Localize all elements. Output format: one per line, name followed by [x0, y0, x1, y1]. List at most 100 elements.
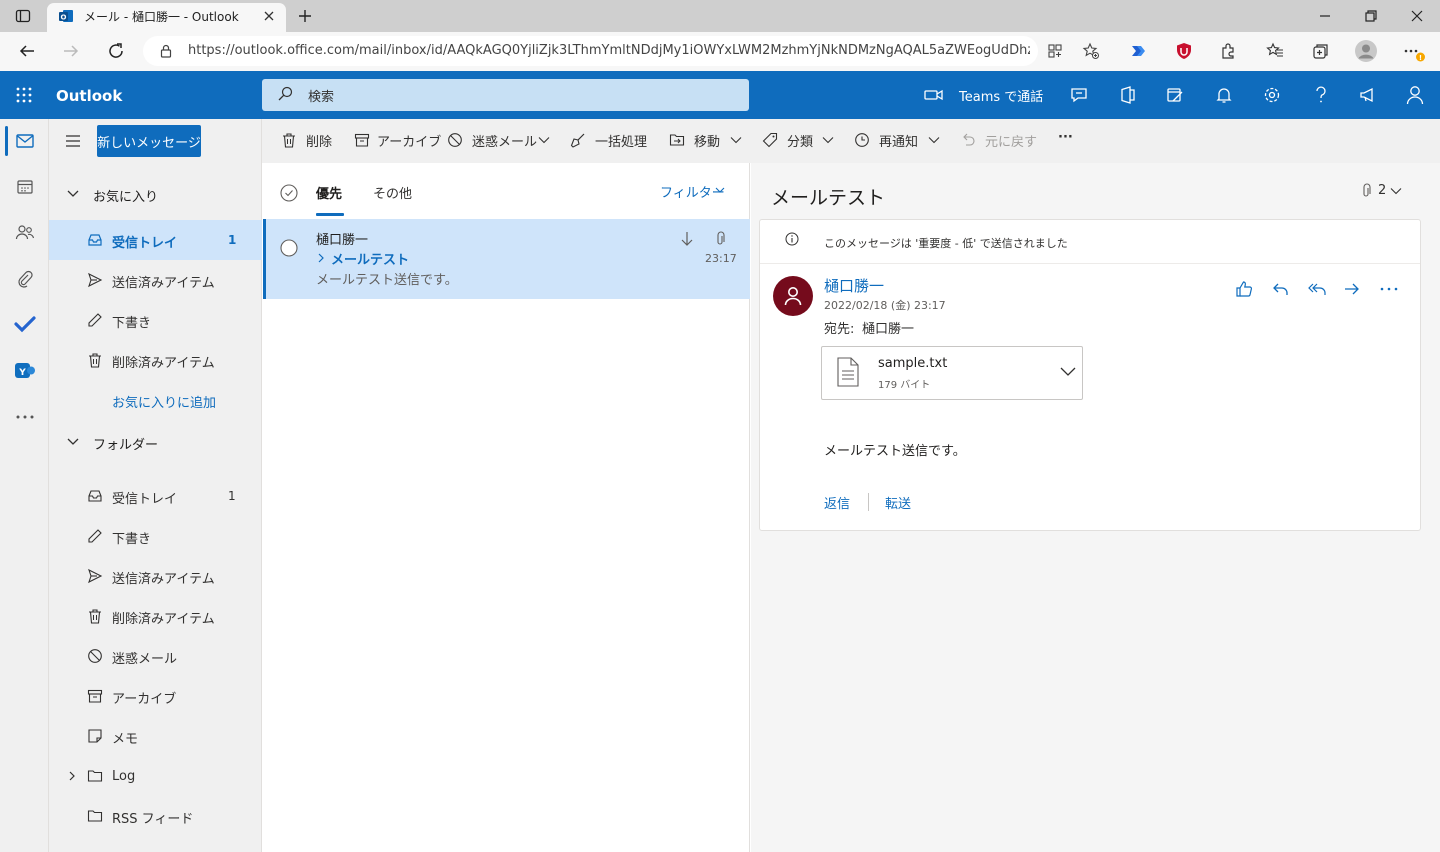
help-icon[interactable]	[1313, 86, 1329, 104]
reply-all-icon[interactable]	[1308, 281, 1328, 297]
chevron-down-icon[interactable]	[538, 136, 550, 144]
power-automate-icon[interactable]	[1129, 42, 1147, 60]
collections-icon[interactable]	[1312, 42, 1330, 60]
categorize-button[interactable]: 分類	[787, 131, 813, 150]
tag-icon[interactable]	[762, 132, 778, 148]
my-day-icon[interactable]	[1166, 86, 1184, 104]
trash-icon[interactable]	[281, 132, 297, 148]
move-button[interactable]: 移動	[694, 131, 720, 150]
minimize-icon[interactable]	[1318, 10, 1332, 22]
tab-focused[interactable]: 優先	[316, 183, 342, 202]
attachment-card[interactable]	[821, 346, 1083, 400]
archive-icon[interactable]	[354, 132, 370, 148]
clock-icon[interactable]	[854, 132, 870, 148]
search-input[interactable]: 検索	[308, 86, 334, 105]
chevron-down-icon[interactable]	[715, 187, 725, 194]
sweep-button[interactable]: 一括処理	[595, 131, 647, 150]
feedback-megaphone-icon[interactable]	[1359, 87, 1377, 103]
select-all-check-icon[interactable]	[280, 184, 298, 202]
attachment-count[interactable]: 2	[1378, 183, 1386, 198]
yammer-icon[interactable]: Y	[14, 361, 36, 381]
folder-item-notes[interactable]: メモ	[112, 728, 138, 747]
app-available-icon[interactable]	[1047, 43, 1063, 59]
video-call-icon[interactable]	[924, 88, 944, 102]
forward-arrow-icon[interactable]	[1343, 281, 1361, 297]
browser-menu-icon[interactable]: !	[1403, 43, 1427, 63]
chevron-down-icon[interactable]	[66, 188, 80, 200]
undo-icon[interactable]	[960, 132, 976, 148]
settings-gear-icon[interactable]	[1263, 86, 1281, 104]
blocked-icon[interactable]	[447, 132, 463, 148]
folder-item-archive[interactable]: アーカイブ	[112, 688, 176, 707]
extensions-icon[interactable]	[1219, 42, 1237, 60]
chevron-down-icon[interactable]	[1390, 187, 1402, 195]
archive-button[interactable]: アーカイブ	[377, 131, 441, 150]
move-folder-icon[interactable]	[669, 132, 685, 148]
back-icon[interactable]	[18, 42, 36, 60]
more-actions-button[interactable]: ···	[1058, 130, 1073, 145]
teams-call-button[interactable]: Teams で通話	[959, 86, 1043, 105]
expand-thread-icon[interactable]	[316, 252, 326, 264]
delete-button[interactable]: 削除	[306, 131, 332, 150]
search-icon[interactable]	[277, 86, 293, 102]
forward-button[interactable]: 転送	[885, 493, 911, 512]
folder-item-inbox[interactable]: 受信トレイ	[112, 488, 177, 507]
url-text[interactable]: https://outlook.office.com/mail/inbox/id…	[188, 43, 1030, 58]
tab-close-icon[interactable]	[263, 10, 275, 22]
folder-item-sent[interactable]: 送信済みアイテム	[112, 568, 215, 587]
refresh-icon[interactable]	[107, 42, 125, 60]
forward-icon[interactable]	[62, 42, 80, 60]
chat-icon[interactable]	[1070, 86, 1088, 104]
chevron-down-icon[interactable]	[1059, 366, 1077, 378]
chevron-down-icon[interactable]	[822, 136, 834, 144]
folder-item-deleted[interactable]: 削除済みアイテム	[112, 608, 215, 627]
chevron-right-icon[interactable]	[66, 770, 78, 782]
account-icon[interactable]	[1406, 85, 1424, 105]
search-box[interactable]	[262, 79, 749, 111]
fav-item-deleted[interactable]: 削除済みアイテム	[112, 352, 215, 371]
new-tab-icon[interactable]	[297, 8, 313, 24]
todo-check-icon[interactable]	[14, 315, 36, 333]
folder-item-rss[interactable]: RSS フィード	[112, 808, 193, 827]
chevron-down-icon[interactable]	[928, 136, 940, 144]
folder-item-drafts[interactable]: 下書き	[112, 528, 151, 547]
junk-button[interactable]: 迷惑メール	[472, 131, 537, 150]
attachment-icon[interactable]	[1360, 183, 1372, 199]
close-window-icon[interactable]	[1410, 9, 1424, 23]
lock-icon[interactable]	[158, 43, 174, 59]
mail-icon[interactable]	[16, 133, 34, 149]
app-name[interactable]: Outlook	[56, 87, 122, 105]
calendar-icon[interactable]	[16, 179, 34, 195]
folders-header[interactable]: フォルダー	[93, 434, 158, 453]
more-apps-icon[interactable]	[16, 413, 34, 421]
favorites-header[interactable]: お気に入り	[93, 186, 158, 205]
reply-button[interactable]: 返信	[824, 493, 850, 512]
recipient-name[interactable]: 樋口勝一	[862, 318, 914, 337]
office-icon[interactable]	[1119, 86, 1137, 104]
broom-icon[interactable]	[570, 132, 586, 148]
notifications-bell-icon[interactable]	[1215, 86, 1233, 104]
tab-actions-icon[interactable]	[15, 8, 31, 24]
fav-item-drafts[interactable]: 下書き	[112, 312, 151, 331]
like-icon[interactable]	[1235, 280, 1253, 298]
chevron-down-icon[interactable]	[66, 436, 80, 448]
add-favorite-star-icon[interactable]	[1082, 42, 1100, 60]
profile-avatar-icon[interactable]	[1355, 40, 1377, 62]
folder-item-junk[interactable]: 迷惑メール	[112, 648, 177, 667]
add-favorite-link[interactable]: お気に入りに追加	[112, 392, 216, 411]
more-options-icon[interactable]	[1380, 286, 1398, 292]
sender-name[interactable]: 樋口勝一	[824, 275, 884, 296]
chevron-down-icon[interactable]	[730, 136, 742, 144]
new-message-button[interactable]: 新しいメッセージ	[97, 125, 201, 157]
tab-other[interactable]: その他	[373, 183, 412, 202]
app-launcher-icon[interactable]	[16, 87, 32, 103]
people-icon[interactable]	[15, 224, 35, 242]
files-attach-icon[interactable]	[16, 270, 34, 288]
snooze-button[interactable]: 再通知	[879, 131, 918, 150]
reply-icon[interactable]	[1272, 281, 1290, 297]
undo-button[interactable]: 元に戻す	[985, 131, 1037, 150]
hamburger-menu-icon[interactable]	[65, 134, 81, 148]
folder-item-log[interactable]: Log	[112, 769, 135, 784]
select-circle-icon[interactable]	[280, 239, 298, 257]
restore-icon[interactable]	[1364, 9, 1378, 23]
